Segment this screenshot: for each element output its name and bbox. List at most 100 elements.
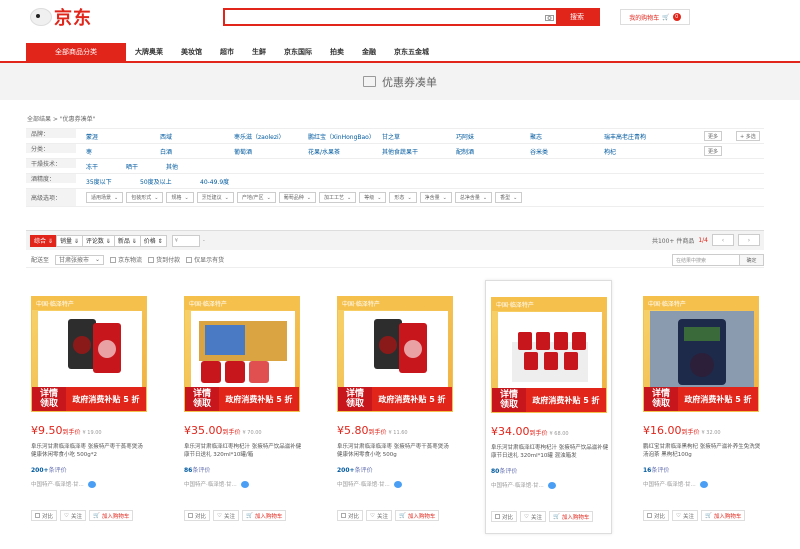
product-title[interactable]: 鹏红宝甘肃临泽黑枸杞 张掖特产滋补养生免洗煲汤泡茶 黑枸杞100g xyxy=(643,443,761,459)
adv-dropdown[interactable]: 规格 ⌄ xyxy=(166,192,194,203)
adv-dropdown[interactable]: 加工工艺 ⌄ xyxy=(318,192,357,203)
adv-dropdown[interactable]: 适用场景 ⌄ xyxy=(86,192,124,203)
adv-dropdown[interactable]: 烹饪建议 ⌄ xyxy=(196,192,234,203)
filter-value[interactable]: 晒干 xyxy=(126,162,138,171)
shop-name[interactable]: 中国特产·临泽馆·甘... xyxy=(31,480,96,488)
filter-value[interactable]: 白酒 xyxy=(160,147,172,156)
filter-value[interactable]: 谷米类 xyxy=(530,147,548,156)
product-title[interactable]: 阜乐河甘肃临泽红枣枸杞汁 张掖特产饮品滋补健康节日送礼 320ml*10罐/箱 xyxy=(184,443,302,459)
search-button[interactable]: 搜索 xyxy=(556,10,598,24)
filter-value[interactable]: 聚志 xyxy=(530,132,542,141)
adv-dropdown[interactable]: 包装形式 ⌄ xyxy=(126,192,164,203)
cod-checkbox[interactable]: 货到付款 xyxy=(148,255,180,264)
filter-value[interactable]: 葡萄酒 xyxy=(234,147,252,156)
nav-item[interactable]: 京东国际 xyxy=(275,43,321,61)
sort-reviews[interactable]: 评论数 ⇓ xyxy=(81,234,115,247)
adv-dropdown[interactable]: 产地/产区 ⌄ xyxy=(236,192,276,203)
adv-dropdown[interactable]: 香型 ⌄ xyxy=(495,192,523,203)
shop-name[interactable]: 中国特产·临泽馆·甘... xyxy=(337,480,402,488)
filter-value[interactable]: 甘之草 xyxy=(382,132,400,141)
filter-value[interactable]: 其他食蔬果干 xyxy=(382,147,418,156)
adv-dropdown[interactable]: 总净含量 ⌄ xyxy=(454,192,493,203)
filter-value[interactable]: 配制酒 xyxy=(456,147,474,156)
filter-value[interactable]: 鹏红宝（XinHongBao） xyxy=(308,132,375,141)
follow-button[interactable]: ♡ 关注 xyxy=(672,510,698,521)
in-result-search-input[interactable]: 在结果中搜索 xyxy=(672,254,740,266)
compare-button[interactable]: 对比 xyxy=(337,510,364,521)
adv-dropdown[interactable]: 葡萄品种 ⌄ xyxy=(278,192,316,203)
adv-dropdown[interactable]: 净含量 ⌄ xyxy=(419,192,452,203)
add-to-cart-button[interactable]: 🛒 加入购物车 xyxy=(241,510,287,521)
review-count[interactable]: 200+条评价 xyxy=(337,465,373,474)
nav-item[interactable]: 拍卖 xyxy=(321,43,353,61)
more-button[interactable]: 更多 xyxy=(704,131,723,141)
add-to-cart-button[interactable]: 🛒 加入购物车 xyxy=(394,510,440,521)
compare-button[interactable]: 对比 xyxy=(643,510,670,521)
add-to-cart-button[interactable]: 🛒 加入购物车 xyxy=(548,511,594,522)
filter-value[interactable]: 瑞丰高老庄青枸 xyxy=(604,132,646,141)
filter-value[interactable]: 冻干 xyxy=(86,162,98,171)
review-count[interactable]: 200+条评价 xyxy=(31,465,67,474)
filter-value[interactable]: 蒙涯 xyxy=(86,132,98,141)
shop-name[interactable]: 中国特产·临泽馆·甘... xyxy=(184,480,249,488)
add-to-cart-button[interactable]: 🛒 加入购物车 xyxy=(88,510,134,521)
compare-button[interactable]: 对比 xyxy=(184,510,211,521)
price-min-input[interactable]: ¥ xyxy=(171,234,200,247)
jd-logo[interactable]: 京东 xyxy=(30,4,92,30)
adv-dropdown[interactable]: 形态 ⌄ xyxy=(389,192,417,203)
filter-value[interactable]: 其他 xyxy=(166,162,178,171)
product-image[interactable]: 中国·临泽特产 详情 领取 政府消费补贴 5 折 xyxy=(31,296,147,412)
jd-logistics-checkbox[interactable]: 京东物流 xyxy=(110,255,142,264)
instock-checkbox[interactable]: 仅显示有货 xyxy=(186,255,224,264)
adv-dropdown[interactable]: 等级 ⌄ xyxy=(359,192,387,203)
filter-value[interactable]: 35度以下 xyxy=(86,177,112,186)
nav-item[interactable]: 京东五金城 xyxy=(385,43,438,61)
confirm-button[interactable]: 确定 xyxy=(740,254,764,266)
camera-icon[interactable] xyxy=(542,10,556,24)
add-to-cart-button[interactable]: 🛒 加入购物车 xyxy=(700,510,746,521)
review-count[interactable]: 80条评价 xyxy=(491,466,517,475)
product-card[interactable]: 中国·临泽特产 详情 领取 政府消费补贴 5 折 ¥9.50到手价 ¥ 19.00 阜… xyxy=(26,280,153,534)
filter-value[interactable]: 枣 xyxy=(86,147,92,156)
chat-icon[interactable] xyxy=(393,480,402,488)
product-title[interactable]: 阜乐河甘肃临泽红枣枸杞汁 张掖特产饮品滋补健康节日送礼 320ml*10罐 混浊… xyxy=(491,444,609,460)
filter-value[interactable]: 枸杞 xyxy=(604,147,616,156)
follow-button[interactable]: ♡ 关注 xyxy=(366,510,392,521)
chat-icon[interactable] xyxy=(87,480,96,488)
search-input[interactable] xyxy=(225,10,542,24)
review-count[interactable]: 86条评价 xyxy=(184,465,210,474)
breadcrumb[interactable]: 全部结果 > "优惠券凑单" xyxy=(27,114,95,123)
nav-item[interactable]: 生鲜 xyxy=(243,43,275,61)
product-title[interactable]: 阜乐河甘肃临泽临泽枣 张掖特产枣干蒸枣煲汤 健康休闲零食小吃 500g xyxy=(337,443,455,459)
follow-button[interactable]: ♡ 关注 xyxy=(60,510,86,521)
product-card[interactable]: 中国·临泽特产 详情 领取 政府消费补贴 5 折 ¥35.00到手价 ¥ 70.00 … xyxy=(179,280,306,534)
filter-value[interactable]: 花果/水果茶 xyxy=(308,147,340,156)
chat-icon[interactable] xyxy=(547,481,556,489)
product-card[interactable]: 中国·临泽特产 详情 领取 政府消费补贴 5 折 ¥5.80到手价 ¥ 11.60 阜… xyxy=(332,280,459,534)
filter-value[interactable]: 巧阿妹 xyxy=(456,132,474,141)
product-image[interactable]: 中国·临泽特产 详情 领取 政府消费补贴 5 折 xyxy=(491,297,607,413)
follow-button[interactable]: ♡ 关注 xyxy=(213,510,239,521)
product-image[interactable]: 中国·临泽特产 详情 领取 政府消费补贴 5 折 xyxy=(184,296,300,412)
sort-price[interactable]: 价格 ⇕ xyxy=(139,234,167,247)
all-categories-button[interactable]: 全部商品分类 xyxy=(26,43,126,61)
sort-new[interactable]: 新品 ⇓ xyxy=(113,234,141,247)
nav-item[interactable]: 大牌奥莱 xyxy=(126,43,172,61)
shop-name[interactable]: 中国特产·临泽馆·甘... xyxy=(491,481,556,489)
product-image[interactable]: 中国·临泽特产 详情 领取 政府消费补贴 5 折 xyxy=(643,296,759,412)
filter-value[interactable]: 西域 xyxy=(160,132,172,141)
chat-icon[interactable] xyxy=(699,480,708,488)
product-title[interactable]: 阜乐河甘肃临泽临泽枣 张掖特产枣干蒸枣煲汤 健康休闲零食小吃 500g*2 xyxy=(31,443,149,459)
filter-value[interactable]: 50度及以上 xyxy=(140,177,172,186)
review-count[interactable]: 16条评价 xyxy=(643,465,669,474)
compare-button[interactable]: 对比 xyxy=(31,510,58,521)
sort-comprehensive[interactable]: 综合 ⇓ xyxy=(30,234,57,247)
compare-button[interactable]: 对比 xyxy=(491,511,518,522)
nav-item[interactable]: 金融 xyxy=(353,43,385,61)
multi-select-button[interactable]: + 多选 xyxy=(736,131,760,141)
my-cart-button[interactable]: 我的购物车 🛒 0 xyxy=(620,9,690,25)
filter-value[interactable]: 枣乐滋（zaolezi） xyxy=(234,132,285,141)
follow-button[interactable]: ♡ 关注 xyxy=(520,511,546,522)
nav-item[interactable]: 美妆馆 xyxy=(172,43,211,61)
sort-sales[interactable]: 销量 ⇓ xyxy=(55,234,83,247)
